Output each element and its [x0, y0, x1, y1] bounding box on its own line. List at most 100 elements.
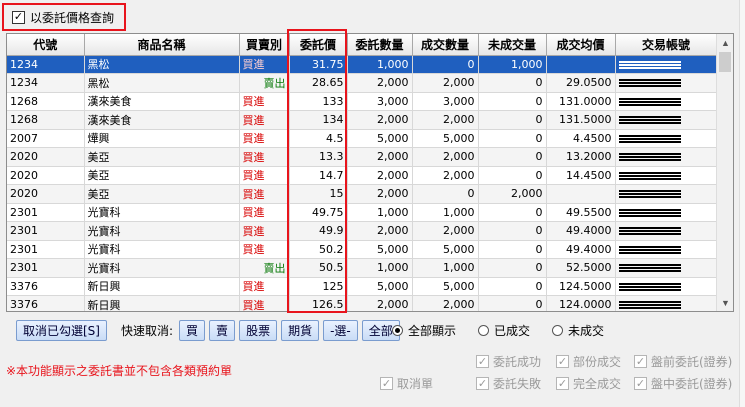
masked-account-icon — [618, 116, 681, 125]
cell-account — [615, 73, 718, 93]
table-row[interactable]: 2007 燁興 買進 4.5 5,000 5,000 0 4.4500 — [7, 129, 718, 148]
cell-code: 2301 — [7, 258, 85, 278]
scroll-down-icon[interactable]: ▼ — [717, 294, 733, 311]
cell-code: 2020 — [7, 166, 85, 185]
orders-grid[interactable]: 代號 商品名稱 買賣別 委託價 委託數量 成交數量 未成交量 成交均價 交易帳號… — [6, 33, 734, 312]
checkmark-icon[interactable]: ✓ — [476, 355, 489, 368]
cell-side: 買進 — [239, 184, 290, 204]
masked-account-icon — [618, 171, 681, 180]
cell-price: 126.5 — [289, 295, 348, 311]
cell-qty: 2,000 — [347, 184, 413, 204]
cell-avg: 49.5500 — [546, 203, 616, 222]
cell-avg: 13.2000 — [546, 147, 616, 167]
quick-cancel-buy-button[interactable]: 買 — [179, 320, 206, 341]
col-side[interactable]: 買賣別 — [239, 34, 290, 56]
scroll-up-icon[interactable]: ▲ — [717, 34, 733, 51]
cell-code: 2020 — [7, 147, 85, 167]
table-row[interactable]: 2020 美亞 買進 13.3 2,000 2,000 0 13.2000 — [7, 147, 718, 167]
col-avg[interactable]: 成交均價 — [546, 34, 616, 56]
radio-icon[interactable] — [478, 325, 490, 336]
filter-premarket[interactable]: ✓ 盤前委託(證券) — [634, 353, 732, 370]
filter-intraday[interactable]: ✓ 盤中委託(證券) — [634, 375, 732, 392]
quick-cancel-select-dropdown[interactable]: -選- — [323, 320, 358, 341]
radio-filled[interactable]: 已成交 — [478, 322, 530, 339]
quick-cancel-futures-button[interactable]: 期貨 — [281, 320, 320, 341]
table-row[interactable]: 2020 美亞 買進 14.7 2,000 2,000 0 14.4500 — [7, 166, 718, 185]
cancel-selected-button[interactable]: 取消已勾選[S] — [16, 320, 107, 341]
checkmark-icon[interactable]: ✓ — [476, 377, 489, 390]
table-row[interactable]: 2020 美亞 買進 15 2,000 0 2,000 — [7, 184, 718, 204]
masked-account-icon — [618, 208, 681, 217]
cell-price: 13.3 — [289, 147, 348, 167]
filter-partial[interactable]: ✓ 部份成交 — [556, 353, 621, 370]
notice-text: ※本功能顯示之委託書並不包含各類預約單 — [6, 364, 233, 378]
vertical-scrollbar[interactable]: ▲ ▼ — [716, 34, 733, 311]
masked-account-icon — [618, 97, 681, 106]
cell-name: 美亞 — [84, 147, 240, 167]
cell-avg — [546, 184, 616, 204]
cell-filled: 1,000 — [412, 203, 479, 222]
cell-name: 美亞 — [84, 184, 240, 204]
col-name[interactable]: 商品名稱 — [84, 34, 240, 56]
cell-qty: 1,000 — [347, 203, 413, 222]
table-row[interactable]: 1234 黑松 買進 31.75 1,000 0 1,000 — [7, 55, 718, 74]
col-qty[interactable]: 委託數量 — [347, 34, 413, 56]
table-row[interactable]: 1234 黑松 賣出 28.65 2,000 2,000 0 29.0500 — [7, 73, 718, 93]
cell-price: 49.9 — [289, 221, 348, 241]
cell-side: 賣出 — [239, 258, 290, 278]
col-account[interactable]: 交易帳號 — [615, 34, 718, 56]
cell-qty: 2,000 — [347, 147, 413, 167]
checkmark-icon[interactable]: ✓ — [380, 377, 393, 390]
cell-unfilled: 0 — [478, 240, 547, 259]
table-row[interactable]: 2301 光寶科 買進 50.2 5,000 5,000 0 49.4000 — [7, 240, 718, 259]
cell-side: 買進 — [239, 295, 290, 311]
checkmark-icon[interactable]: ✓ — [556, 377, 569, 390]
cell-account — [615, 221, 718, 241]
table-row[interactable]: 2301 光寶科 賣出 50.5 1,000 1,000 0 52.5000 — [7, 258, 718, 278]
masked-account-icon — [618, 60, 681, 69]
table-row[interactable]: 3376 新日興 買進 126.5 2,000 2,000 0 124.0000 — [7, 295, 718, 311]
cell-qty: 2,000 — [347, 110, 413, 130]
table-row[interactable]: 2301 光寶科 買進 49.9 2,000 2,000 0 49.4000 — [7, 221, 718, 241]
radio-icon[interactable] — [552, 325, 564, 336]
table-row[interactable]: 1268 漢來美食 買進 134 2,000 2,000 0 131.5000 — [7, 110, 718, 130]
checkmark-icon[interactable]: ✓ — [634, 355, 647, 368]
cell-unfilled: 0 — [478, 295, 547, 311]
table-row[interactable]: 1268 漢來美食 買進 133 3,000 3,000 0 131.0000 — [7, 92, 718, 111]
col-filled[interactable]: 成交數量 — [412, 34, 479, 56]
masked-account-icon — [618, 227, 681, 236]
cell-side: 買進 — [239, 92, 290, 111]
filter-success[interactable]: ✓ 委託成功 — [476, 353, 541, 370]
cell-unfilled: 0 — [478, 166, 547, 185]
filter-failed[interactable]: ✓ 委託失敗 — [476, 375, 541, 392]
cell-side: 買進 — [239, 240, 290, 259]
col-unfilled[interactable]: 未成交量 — [478, 34, 547, 56]
col-price[interactable]: 委託價 — [289, 34, 348, 56]
cell-side: 買進 — [239, 203, 290, 222]
cell-account — [615, 147, 718, 167]
filter-complete[interactable]: ✓ 完全成交 — [556, 375, 621, 392]
cell-price: 134 — [289, 110, 348, 130]
quick-cancel-sell-button[interactable]: 賣 — [209, 320, 236, 341]
table-row[interactable]: 2301 光寶科 買進 49.75 1,000 1,000 0 49.5500 — [7, 203, 718, 222]
checkmark-icon[interactable]: ✓ — [12, 10, 25, 24]
checkmark-icon[interactable]: ✓ — [634, 377, 647, 390]
cell-account — [615, 295, 718, 311]
cancel-toolbar: 取消已勾選[S] 快速取消: 買 賣 股票 期貨 -選- 全部 — [16, 320, 400, 341]
cell-unfilled: 2,000 — [478, 184, 547, 204]
quick-cancel-label: 快速取消: — [120, 324, 174, 338]
col-code[interactable]: 代號 — [7, 34, 85, 56]
radio-unfilled[interactable]: 未成交 — [552, 322, 604, 339]
checkmark-icon[interactable]: ✓ — [556, 355, 569, 368]
radio-show-all[interactable]: 全部顯示 — [392, 322, 456, 339]
query-by-price-checkbox[interactable]: ✓ 以委託價格查詢 — [2, 3, 126, 31]
cell-side: 買進 — [239, 147, 290, 167]
scroll-thumb[interactable] — [719, 52, 731, 72]
masked-account-icon — [618, 301, 681, 310]
cell-avg: 29.0500 — [546, 73, 616, 93]
filter-cancelled[interactable]: ✓ 取消單 — [380, 375, 433, 392]
quick-cancel-stock-button[interactable]: 股票 — [239, 320, 278, 341]
radio-selected-icon[interactable] — [392, 325, 403, 336]
table-row[interactable]: 3376 新日興 買進 125 5,000 5,000 0 124.5000 — [7, 277, 718, 296]
cell-name: 光寶科 — [84, 258, 240, 278]
